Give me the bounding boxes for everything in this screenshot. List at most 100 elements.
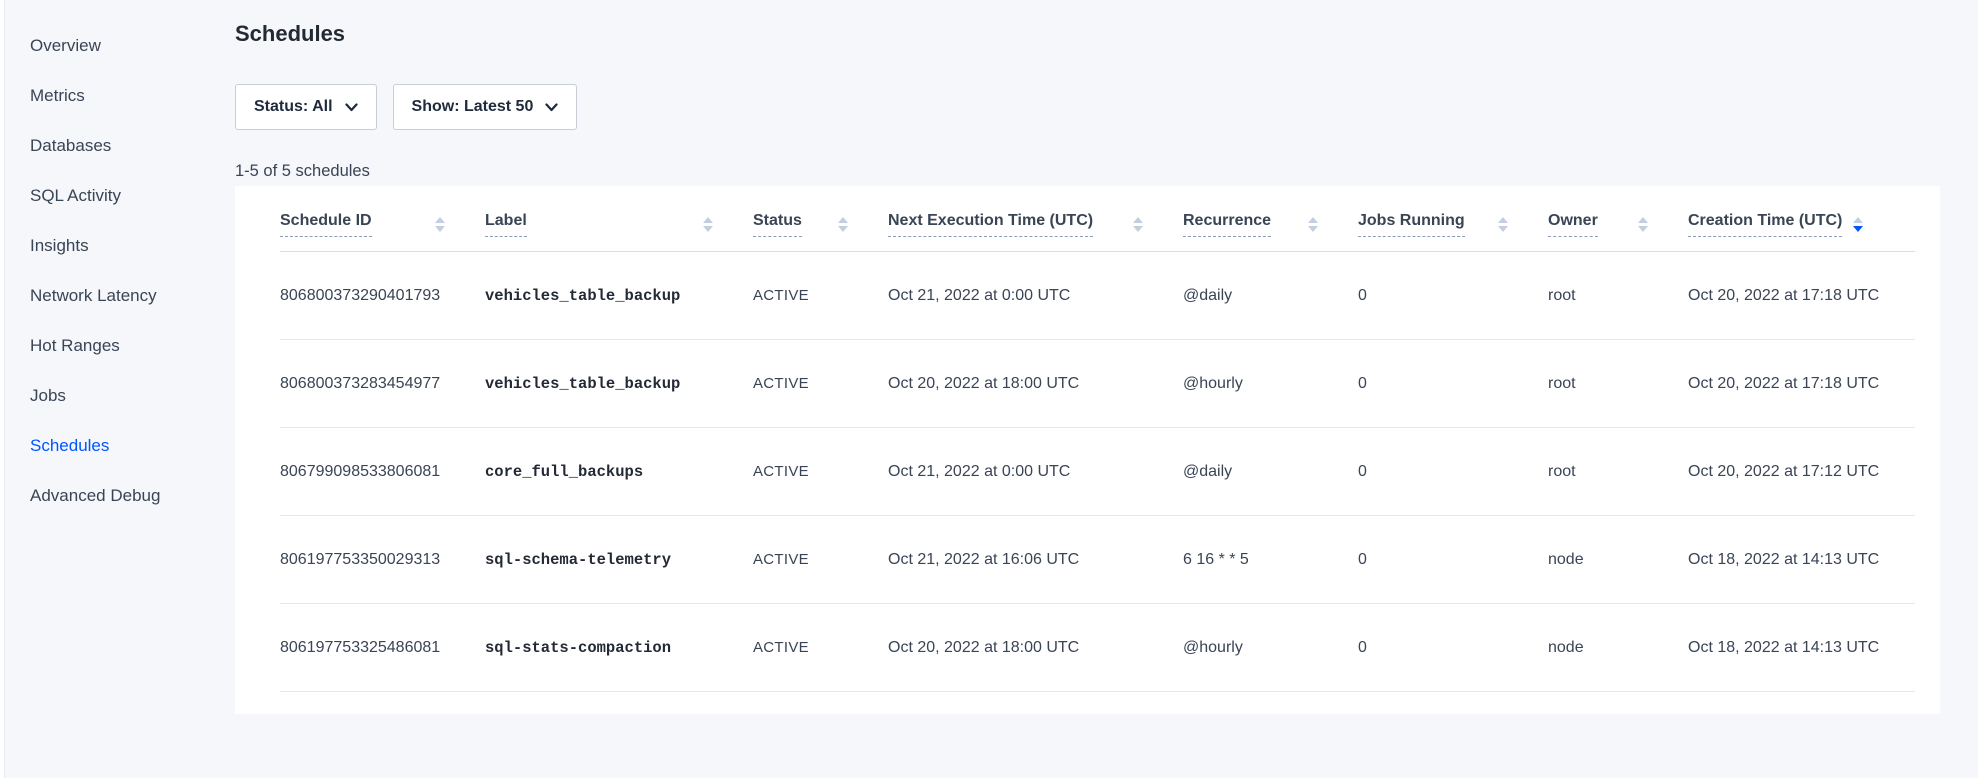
jobs-running-cell: 0 (1358, 604, 1548, 692)
creation-time-cell: Oct 20, 2022 at 17:12 UTC (1688, 428, 1903, 516)
column-label: Status (753, 212, 802, 237)
row-spacer-cell (1903, 604, 1915, 692)
chevron-down-icon (545, 103, 558, 112)
filter-bar: Status: All Show: Latest 50 (235, 84, 1978, 130)
recurrence-cell: 6 16 * * 5 (1183, 516, 1358, 604)
show-filter-dropdown[interactable]: Show: Latest 50 (393, 84, 578, 130)
column-header-recurrence[interactable]: Recurrence (1183, 186, 1358, 252)
column-header-jobs-running[interactable]: Jobs Running (1358, 186, 1548, 252)
row-spacer-cell (1903, 428, 1915, 516)
schedules-table: Schedule ID Label Status Next Execution Tim… (280, 186, 1915, 692)
jobs-running-cell: 0 (1358, 340, 1548, 428)
row-spacer-cell (1903, 516, 1915, 604)
creation-time-cell: Oct 18, 2022 at 14:13 UTC (1688, 604, 1903, 692)
main-content: Schedules Status: All Show: Latest 50 1-… (235, 0, 1978, 778)
column-header-creation-time-utc[interactable]: Creation Time (UTC) (1688, 186, 1903, 252)
column-label: Owner (1548, 212, 1598, 237)
owner-cell: root (1548, 428, 1688, 516)
recurrence-cell: @daily (1183, 428, 1358, 516)
sidebar-item-insights[interactable]: Insights (30, 221, 235, 271)
next-execution-cell: Oct 21, 2022 at 16:06 UTC (888, 516, 1183, 604)
column-header-next-execution-time-utc[interactable]: Next Execution Time (UTC) (888, 186, 1183, 252)
column-header-status[interactable]: Status (753, 186, 888, 252)
column-label: Creation Time (UTC) (1688, 212, 1842, 237)
status-cell: ACTIVE (753, 516, 888, 604)
next-execution-cell: Oct 21, 2022 at 0:00 UTC (888, 428, 1183, 516)
sidebar-item-schedules[interactable]: Schedules (30, 421, 235, 471)
jobs-running-cell: 0 (1358, 428, 1548, 516)
status-cell: ACTIVE (753, 428, 888, 516)
creation-time-cell: Oct 18, 2022 at 14:13 UTC (1688, 516, 1903, 604)
column-header-owner[interactable]: Owner (1548, 186, 1688, 252)
results-count: 1-5 of 5 schedules (235, 161, 1978, 181)
table-body: 806800373290401793vehicles_table_backupA… (280, 252, 1915, 692)
table-row: 806197753325486081sql-stats-compactionAC… (280, 604, 1915, 692)
row-spacer-cell (1903, 252, 1915, 340)
creation-time-cell: Oct 20, 2022 at 17:18 UTC (1688, 252, 1903, 340)
table-row: 806800373290401793vehicles_table_backupA… (280, 252, 1915, 340)
sort-icon[interactable] (1638, 217, 1648, 232)
next-execution-cell: Oct 20, 2022 at 18:00 UTC (888, 340, 1183, 428)
show-filter-label: Show: Latest 50 (412, 98, 534, 116)
jobs-running-cell: 0 (1358, 516, 1548, 604)
sort-icon[interactable] (1133, 217, 1143, 232)
owner-cell: node (1548, 604, 1688, 692)
label-cell: sql-stats-compaction (485, 604, 753, 692)
row-spacer-cell (1903, 340, 1915, 428)
chevron-down-icon (345, 103, 358, 112)
owner-cell: root (1548, 340, 1688, 428)
sort-icon[interactable] (1853, 217, 1863, 232)
sidebar-item-network-latency[interactable]: Network Latency (30, 271, 235, 321)
sort-icon[interactable] (1498, 217, 1508, 232)
sidebar-item-metrics[interactable]: Metrics (30, 71, 235, 121)
column-label: Jobs Running (1358, 212, 1465, 237)
sidebar: OverviewMetricsDatabasesSQL ActivityInsi… (0, 0, 235, 778)
recurrence-cell: @hourly (1183, 340, 1358, 428)
next-execution-cell: Oct 21, 2022 at 0:00 UTC (888, 252, 1183, 340)
next-execution-cell: Oct 20, 2022 at 18:00 UTC (888, 604, 1183, 692)
owner-cell: node (1548, 516, 1688, 604)
sidebar-item-advanced-debug[interactable]: Advanced Debug (30, 471, 235, 521)
window-edge (0, 0, 5, 778)
table-row: 806197753350029313sql-schema-telemetryAC… (280, 516, 1915, 604)
schedule-id-cell: 806800373283454977 (280, 340, 485, 428)
label-cell: sql-schema-telemetry (485, 516, 753, 604)
column-label: Schedule ID (280, 212, 372, 237)
sort-icon[interactable] (703, 217, 713, 232)
table-row: 806799098533806081core_full_backupsACTIV… (280, 428, 1915, 516)
schedule-id-cell: 806197753325486081 (280, 604, 485, 692)
schedules-page: OverviewMetricsDatabasesSQL ActivityInsi… (0, 0, 1978, 778)
status-cell: ACTIVE (753, 604, 888, 692)
label-cell: vehicles_table_backup (485, 252, 753, 340)
sort-icon[interactable] (838, 217, 848, 232)
table-row: 806800373283454977vehicles_table_backupA… (280, 340, 1915, 428)
sidebar-item-sql-activity[interactable]: SQL Activity (30, 171, 235, 221)
sidebar-item-hot-ranges[interactable]: Hot Ranges (30, 321, 235, 371)
status-filter-label: Status: All (254, 98, 333, 116)
column-header-label[interactable]: Label (485, 186, 753, 252)
status-cell: ACTIVE (753, 340, 888, 428)
creation-time-cell: Oct 20, 2022 at 17:18 UTC (1688, 340, 1903, 428)
sort-icon[interactable] (1308, 217, 1318, 232)
column-label: Next Execution Time (UTC) (888, 212, 1093, 237)
status-cell: ACTIVE (753, 252, 888, 340)
owner-cell: root (1548, 252, 1688, 340)
column-header-spacer (1903, 186, 1915, 252)
sort-icon[interactable] (435, 217, 445, 232)
label-cell: core_full_backups (485, 428, 753, 516)
page-title: Schedules (235, 20, 1978, 48)
status-filter-dropdown[interactable]: Status: All (235, 84, 377, 130)
column-header-schedule-id[interactable]: Schedule ID (280, 186, 485, 252)
sidebar-item-databases[interactable]: Databases (30, 121, 235, 171)
column-label: Label (485, 212, 527, 237)
jobs-running-cell: 0 (1358, 252, 1548, 340)
sidebar-item-jobs[interactable]: Jobs (30, 371, 235, 421)
sidebar-item-overview[interactable]: Overview (30, 21, 235, 71)
recurrence-cell: @daily (1183, 252, 1358, 340)
recurrence-cell: @hourly (1183, 604, 1358, 692)
schedules-table-card: Schedule ID Label Status Next Execution Tim… (235, 186, 1940, 714)
label-cell: vehicles_table_backup (485, 340, 753, 428)
schedule-id-cell: 806799098533806081 (280, 428, 485, 516)
column-label: Recurrence (1183, 212, 1271, 237)
schedule-id-cell: 806197753350029313 (280, 516, 485, 604)
